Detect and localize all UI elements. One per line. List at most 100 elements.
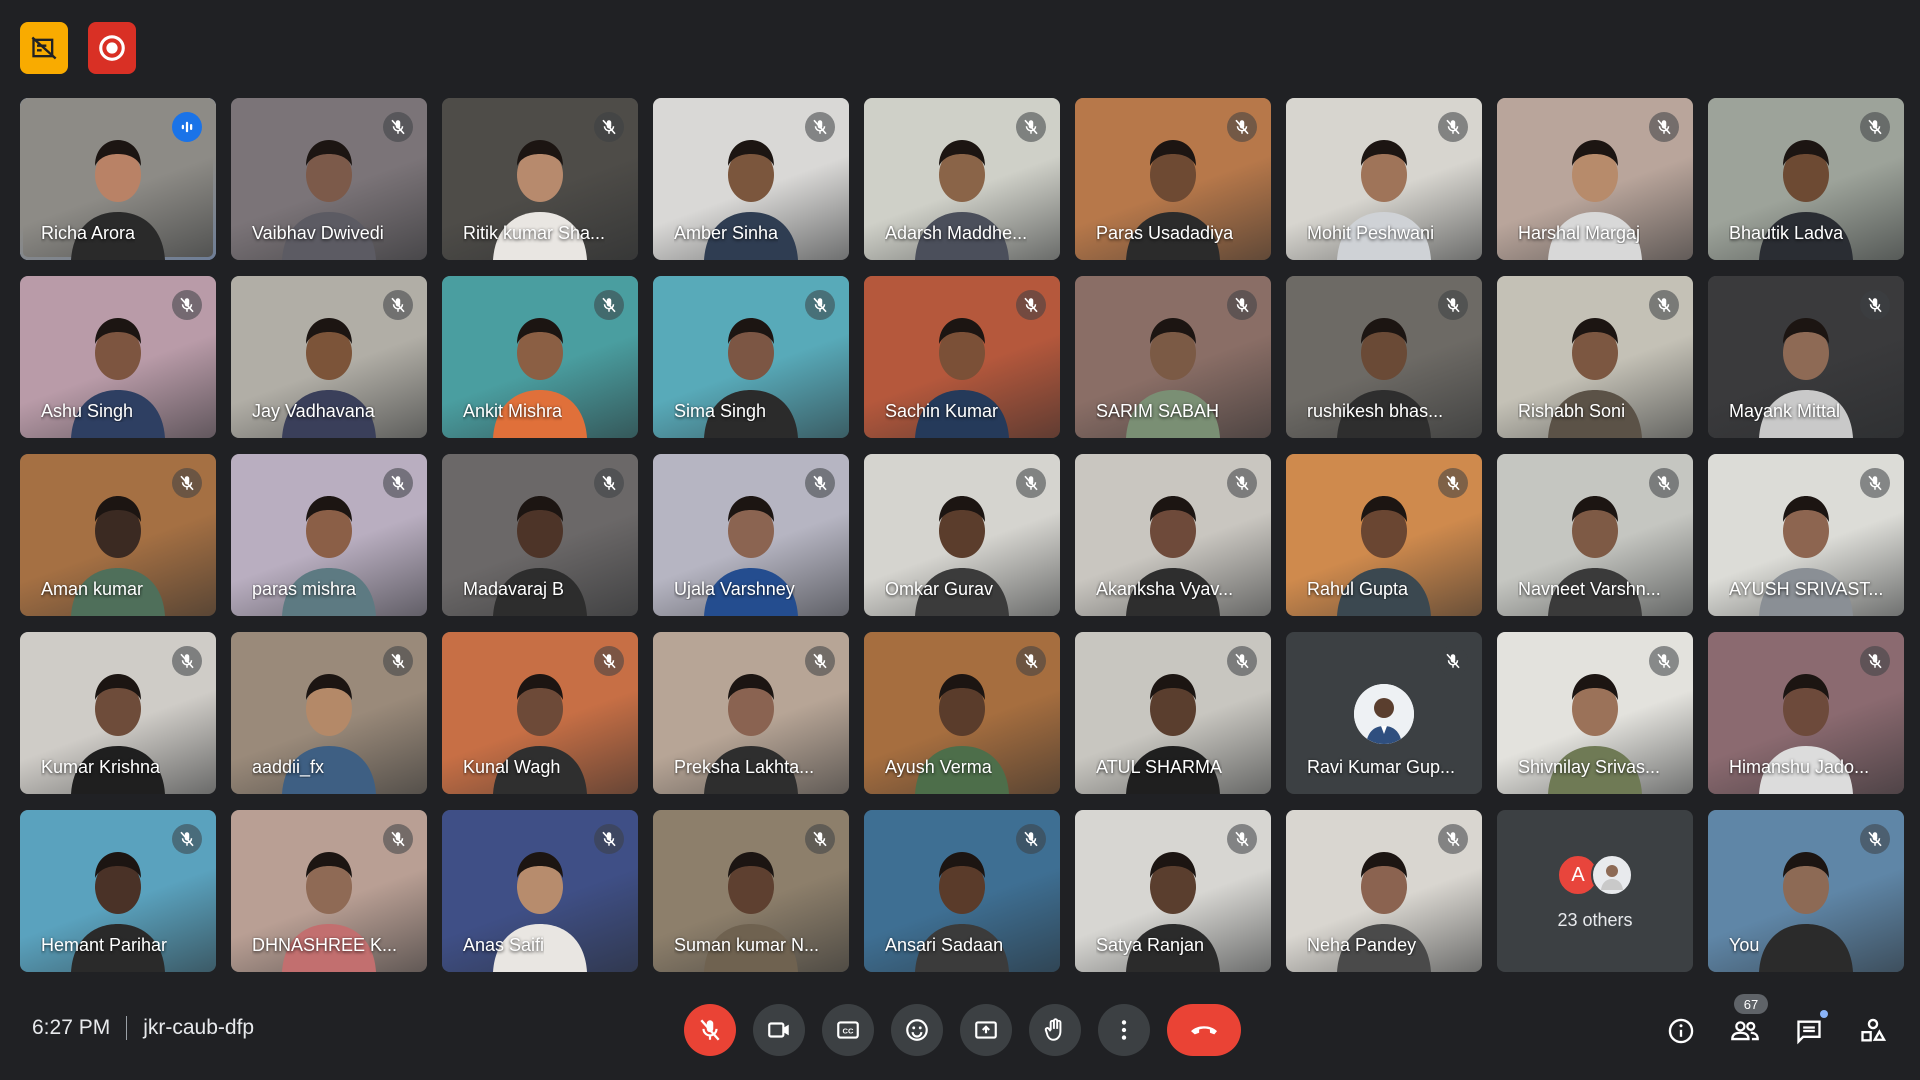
muted-icon [1860,646,1890,676]
participant-tile[interactable]: Shivnilay Srivas... [1497,632,1693,794]
mic-toggle-button[interactable] [684,1004,736,1056]
no-video-layout-button[interactable] [20,22,68,74]
participant-tile[interactable]: Ritik kumar Sha... [442,98,638,260]
participant-tile[interactable]: Suman kumar N... [653,810,849,972]
participant-tile[interactable]: Ujala Varshney [653,454,849,616]
muted-icon [1227,646,1257,676]
muted-icon [1438,112,1468,142]
reactions-button[interactable] [891,1004,943,1056]
participant-tile[interactable]: SARIM SABAH [1075,276,1271,438]
chat-icon [1797,1020,1821,1045]
chat-button[interactable] [1788,1010,1830,1052]
participant-tile[interactable]: Satya Ranjan [1075,810,1271,972]
participant-tile[interactable]: AYUSH SRIVAST... [1708,454,1904,616]
participant-name: Satya Ranjan [1096,935,1205,955]
muted-icon [1649,468,1679,498]
participant-tile[interactable]: Ayush Verma [864,632,1060,794]
participant-tile[interactable]: Rahul Gupta [1286,454,1482,616]
participant-tile[interactable]: Sima Singh [653,276,849,438]
participant-tile[interactable]: Himanshu Jado... [1708,632,1904,794]
raise-hand-button[interactable] [1029,1004,1081,1056]
participant-tile[interactable]: You [1708,810,1904,972]
muted-icon [383,112,413,142]
participant-name: Navneet Varshn... [1518,579,1661,599]
meeting-code: jkr-caub-dfp [143,1016,255,1039]
present-screen-button[interactable] [960,1004,1012,1056]
camera-toggle-button[interactable] [753,1004,805,1056]
participant-name: Ashu Singh [41,401,134,421]
participant-name: Suman kumar N... [674,935,820,955]
participant-name: Omkar Gurav [885,579,994,599]
participant-name: Hemant Parihar [41,935,168,955]
muted-icon [594,468,624,498]
participant-tile[interactable]: Ankit Mishra [442,276,638,438]
participant-name: Preksha Lakhta... [674,757,815,777]
participant-name: Akanksha Vyav... [1096,579,1234,599]
participant-video-figure [1759,852,1853,972]
meeting-details-button[interactable] [1660,1010,1702,1052]
people-button[interactable]: 67 [1724,994,1768,1052]
closed-captions-icon: CC [837,1021,859,1039]
participant-tile[interactable]: Hemant Parihar [20,810,216,972]
participant-tile[interactable]: Mohit Peshwani [1286,98,1482,260]
leave-call-button[interactable] [1167,1004,1241,1056]
muted-icon [172,468,202,498]
participant-tile[interactable]: Paras Usadadiya [1075,98,1271,260]
people-icon [1731,1021,1759,1041]
participant-name: SARIM SABAH [1096,401,1220,421]
activities-button[interactable] [1852,1010,1894,1052]
participant-tile[interactable]: Kunal Wagh [442,632,638,794]
muted-icon [1860,824,1890,854]
others-tile[interactable]: A 23 others [1497,810,1693,972]
participant-tile[interactable]: paras mishra [231,454,427,616]
participant-name: Anas Saifi [463,935,545,955]
participant-tile[interactable]: Navneet Varshn... [1497,454,1693,616]
muted-icon [805,646,835,676]
participant-tile[interactable]: Vaibhav Dwivedi [231,98,427,260]
captions-button[interactable]: CC [822,1004,874,1056]
participant-tile[interactable]: Aman kumar [20,454,216,616]
participant-tile[interactable]: Ansari Sadaan [864,810,1060,972]
participant-name: rushikesh bhas... [1307,401,1444,421]
participant-tile[interactable]: Jay Vadhavana [231,276,427,438]
activities-icon [1861,1018,1887,1042]
participant-tile[interactable]: rushikesh bhas... [1286,276,1482,438]
participant-grid: Richa Arora Vaibhav Dwivedi Ritik kumar Sh… [20,98,1904,972]
participant-tile[interactable]: Adarsh Maddhe... [864,98,1060,260]
muted-icon [1227,112,1257,142]
participant-tile[interactable]: Rishabh Soni [1497,276,1693,438]
participant-tile[interactable]: DHNASHREE K... [231,810,427,972]
participant-tile[interactable]: Bhautik Ladva [1708,98,1904,260]
participant-tile[interactable]: Anas Saifi [442,810,638,972]
participant-tile[interactable]: Ravi Kumar Gup... [1286,632,1482,794]
participant-tile[interactable]: Mayank Mittal [1708,276,1904,438]
participant-tile[interactable]: Neha Pandey [1286,810,1482,972]
muted-icon [594,824,624,854]
others-avatars: A [1557,854,1633,896]
participant-name: Adarsh Maddhe... [885,223,1028,243]
participant-name: Ujala Varshney [674,579,795,599]
participant-name: Ankit Mishra [463,401,563,421]
participant-tile[interactable]: aaddii_fx [231,632,427,794]
participant-tile[interactable]: Akanksha Vyav... [1075,454,1271,616]
participant-tile[interactable]: Omkar Gurav [864,454,1060,616]
participant-tile[interactable]: Sachin Kumar [864,276,1060,438]
participant-tile[interactable]: Richa Arora [20,98,216,260]
participant-tile[interactable]: Preksha Lakhta... [653,632,849,794]
info-icon [1668,1018,1694,1044]
participant-tile[interactable]: Harshal Margaj [1497,98,1693,260]
recording-button[interactable] [88,22,136,74]
participant-name: Neha Pandey [1307,935,1417,955]
participant-tile[interactable]: Kumar Krishna [20,632,216,794]
participant-tile[interactable]: Ashu Singh [20,276,216,438]
participant-name: paras mishra [252,579,357,599]
speaking-indicator-icon [172,112,202,142]
no-video-layout-icon [31,36,57,60]
participant-tile[interactable]: Madavaraj B [442,454,638,616]
participant-tile[interactable]: ATUL SHARMA [1075,632,1271,794]
participant-tile[interactable]: Amber Sinha [653,98,849,260]
more-options-button[interactable] [1098,1004,1150,1056]
participant-name: ATUL SHARMA [1096,757,1223,777]
participant-name: Sima Singh [674,401,767,421]
participant-name: DHNASHREE K... [252,935,398,955]
